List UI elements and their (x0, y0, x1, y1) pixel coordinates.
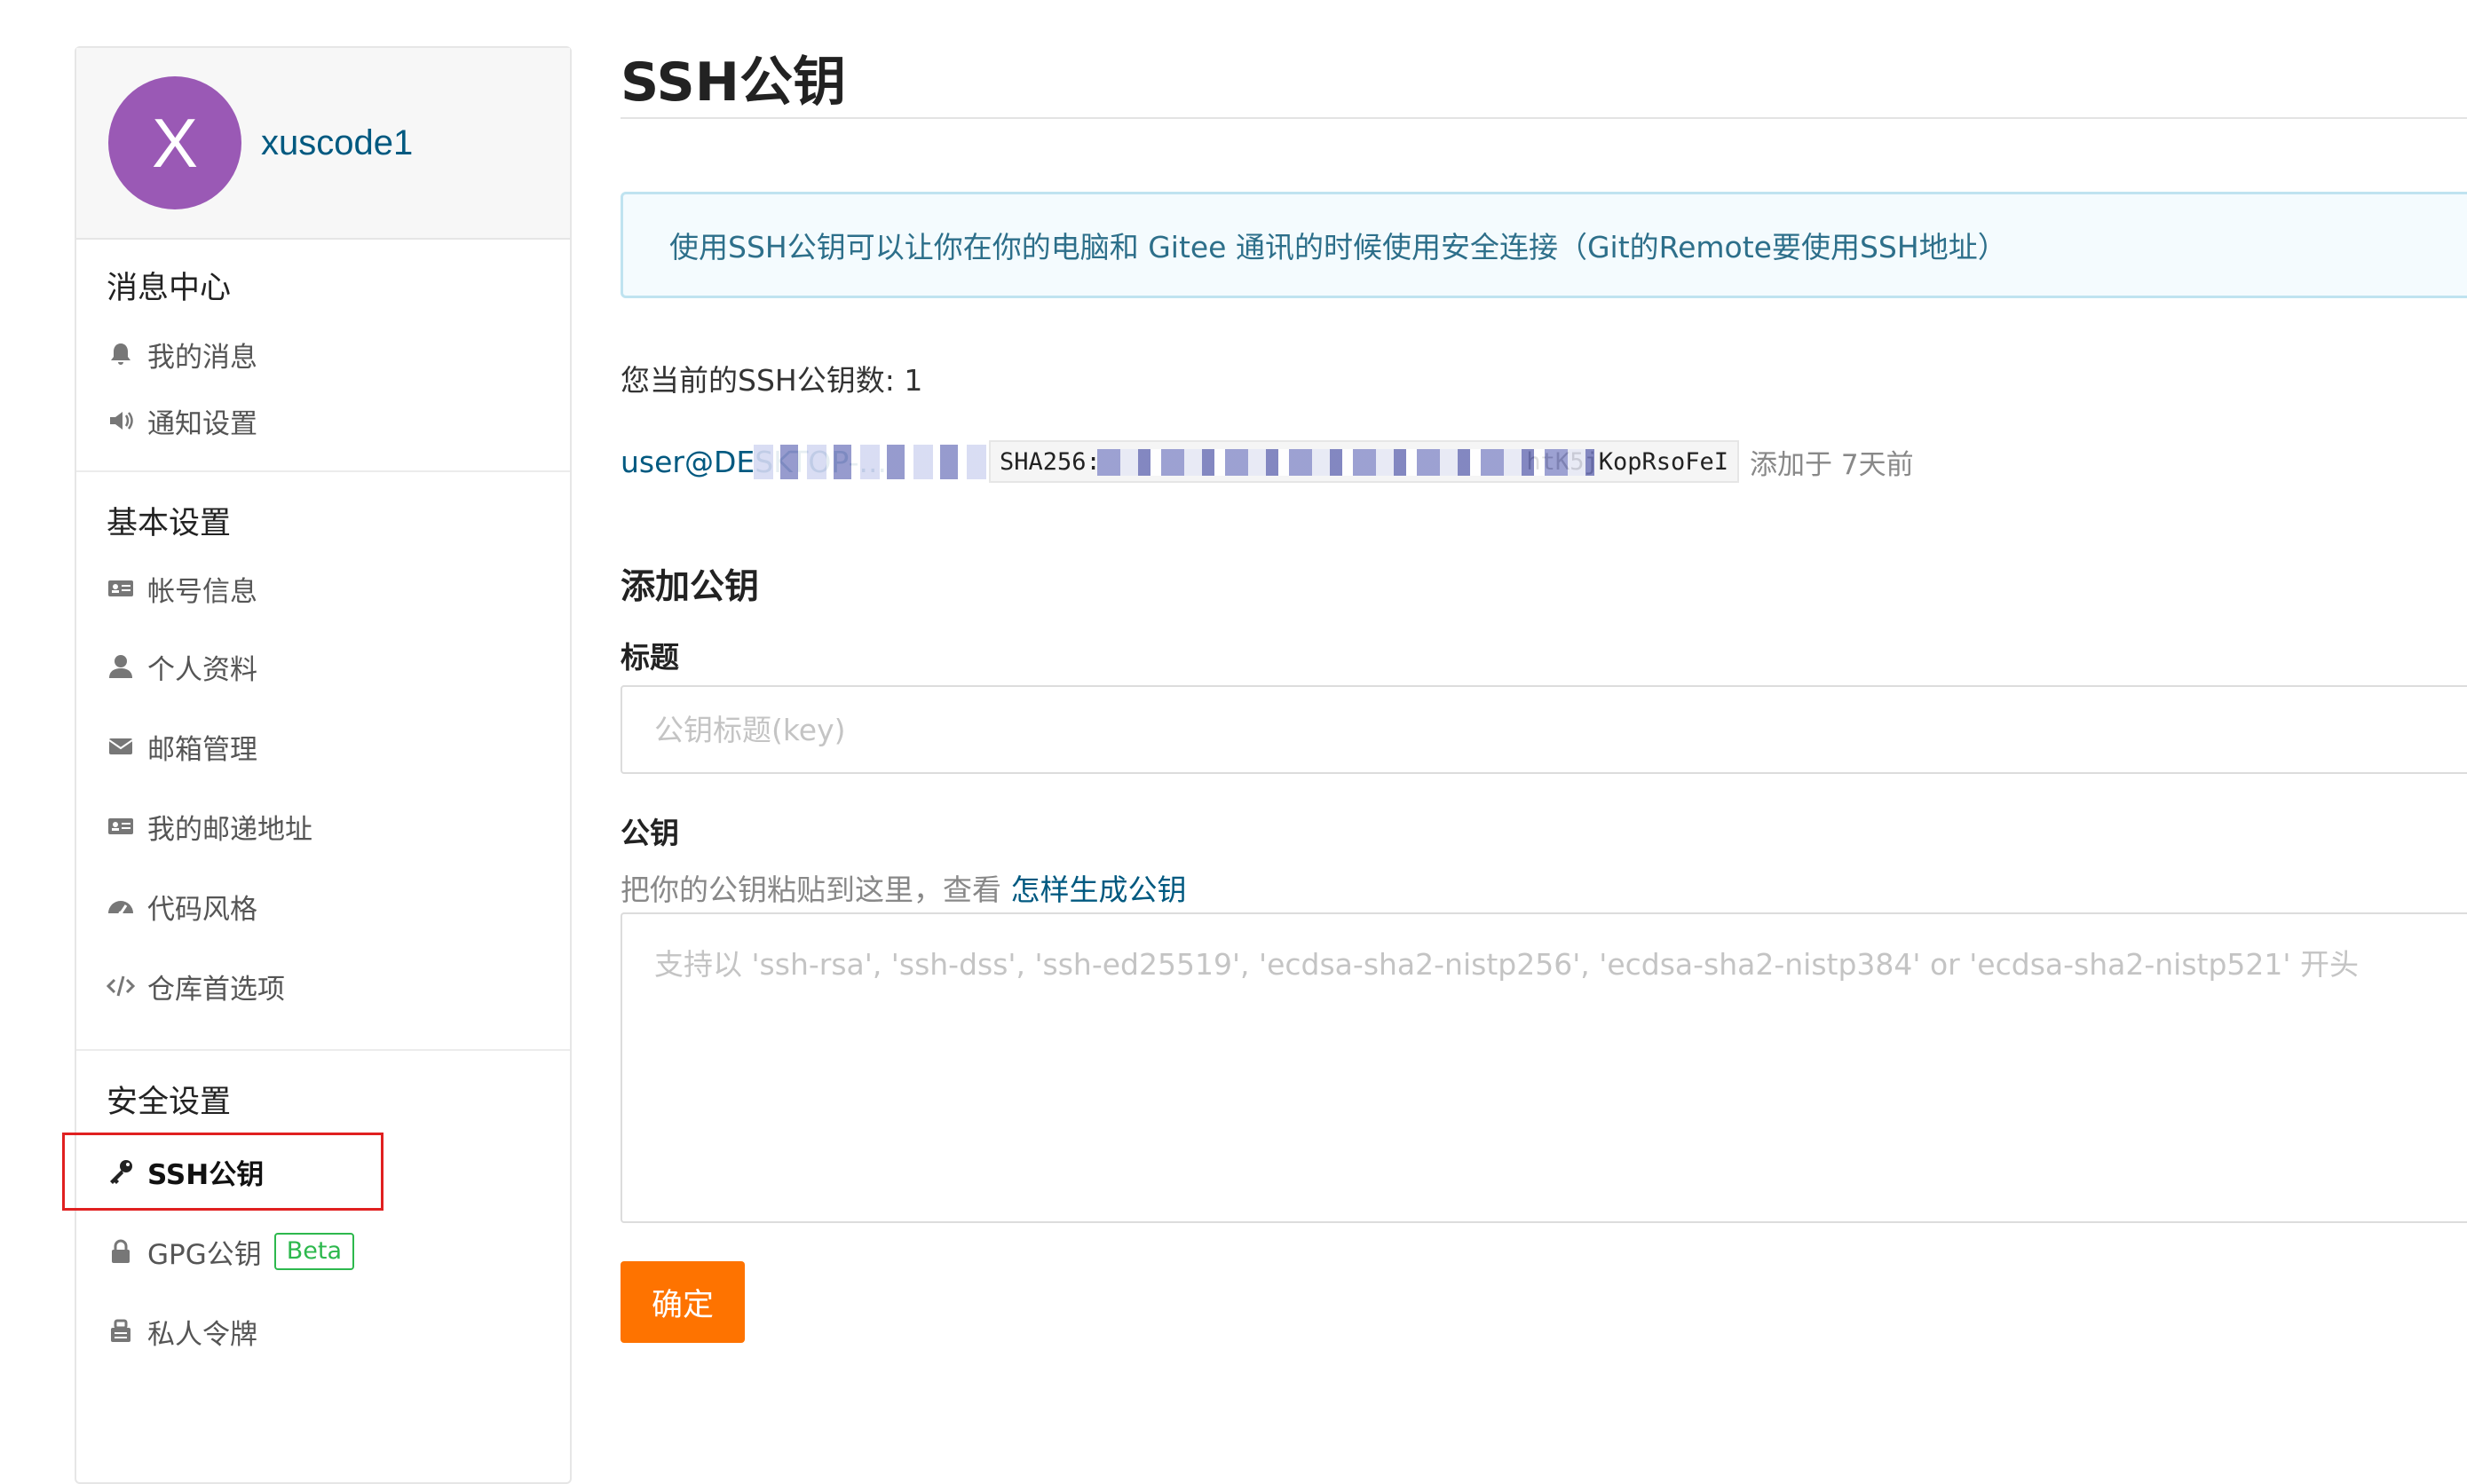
sidebar-item-postal-address[interactable]: 我的邮递地址 (76, 786, 570, 866)
lock-icon (105, 1235, 137, 1267)
dashboard-icon (105, 890, 137, 922)
username[interactable]: xuscode1 (261, 123, 413, 163)
confirm-button[interactable]: 确定 (621, 1261, 745, 1343)
how-to-generate-link[interactable]: 怎样生成公钥 (1011, 872, 1187, 907)
id-card-icon (105, 572, 137, 604)
sidebar-item-label: 我的邮递地址 (147, 813, 312, 846)
sidebar-item-my-messages[interactable]: 我的消息 (76, 314, 570, 394)
redaction-mask (754, 444, 989, 479)
key-count: 您当前的SSH公钥数: 1 (621, 363, 923, 398)
page-title: SSH公钥 (621, 51, 846, 114)
info-message: 使用SSH公钥可以让你在你的电脑和 Gitee 通讯的时候使用安全连接（Git的… (621, 192, 2467, 298)
add-key-section-title: 添加公钥 (621, 567, 760, 607)
sidebar-item-email[interactable]: 邮箱管理 (76, 706, 570, 786)
group-title-messages: 消息中心 (107, 271, 232, 306)
avatar[interactable]: X (108, 76, 241, 209)
title-label: 标题 (621, 640, 679, 675)
divider (621, 117, 2467, 119)
sidebar-item-account-info[interactable]: 帐号信息 (76, 550, 570, 627)
sidebar-item-label: 通知设置 (147, 407, 257, 440)
address-card-icon (105, 810, 137, 842)
sidebar-item-gpg-keys[interactable]: GPG公钥 Beta (76, 1211, 570, 1292)
key-label: 公钥 (621, 816, 679, 850)
sidebar-item-code-style[interactable]: 代码风格 (76, 866, 570, 946)
fingerprint-prefix: SHA256: (1000, 447, 1101, 476)
key-added-time: 添加于 7天前 (1750, 448, 1914, 481)
bell-icon (105, 338, 137, 370)
sidebar-item-private-tokens[interactable]: 私人令牌 (76, 1292, 570, 1370)
key-title-input[interactable] (621, 685, 2467, 774)
sidebar-item-label: 代码风格 (147, 893, 257, 926)
sidebar-item-label: 私人令牌 (147, 1318, 257, 1351)
group-title-security: 安全设置 (107, 1085, 232, 1120)
highlight-annotation (62, 1133, 383, 1211)
sidebar-item-repo-preferences[interactable]: 仓库首选项 (76, 946, 570, 1026)
profile-header: X xuscode1 (76, 48, 570, 240)
settings-sidebar: X xuscode1 消息中心 我的消息 通知设置 基本设置 帐号信息 个人资料 (62, 46, 572, 1484)
info-text: 使用SSH公钥可以让你在你的电脑和 Gitee 通讯的时候使用安全连接（Git的… (669, 230, 2007, 264)
sidebar-item-label: 个人资料 (147, 653, 257, 686)
sidebar-item-label: GPG公钥 (147, 1238, 262, 1271)
sidebar-item-label: 我的消息 (147, 341, 257, 374)
key-name-link[interactable]: user@DESKTOP-... (621, 444, 989, 479)
group-title-basic: 基本设置 (107, 506, 232, 541)
sidebar-item-label: 帐号信息 (147, 575, 257, 608)
redaction-mask (1097, 449, 1594, 476)
token-icon (105, 1315, 137, 1347)
sidebar-item-label: 仓库首选项 (147, 973, 285, 1006)
envelope-icon (105, 730, 137, 762)
hint-text: 把你的公钥粘贴到这里，查看 (621, 872, 1011, 907)
sidebar-item-label: 邮箱管理 (147, 733, 257, 766)
ssh-key-row: user@DESKTOP-... SHA256: htK5jKopRsoFeI … (621, 438, 1914, 485)
speaker-icon (105, 405, 137, 437)
sidebar-item-notification-settings[interactable]: 通知设置 (76, 394, 570, 447)
code-icon (105, 970, 137, 1002)
key-hint: 把你的公钥粘贴到这里，查看 怎样生成公钥 (621, 866, 1187, 909)
divider (76, 470, 570, 472)
key-fingerprint: SHA256: htK5jKopRsoFeI (989, 440, 1739, 483)
sidebar-item-profile[interactable]: 个人资料 (76, 627, 570, 706)
divider (76, 1049, 570, 1051)
user-icon (105, 651, 137, 683)
public-key-textarea[interactable] (621, 912, 2467, 1223)
beta-badge: Beta (273, 1233, 355, 1270)
